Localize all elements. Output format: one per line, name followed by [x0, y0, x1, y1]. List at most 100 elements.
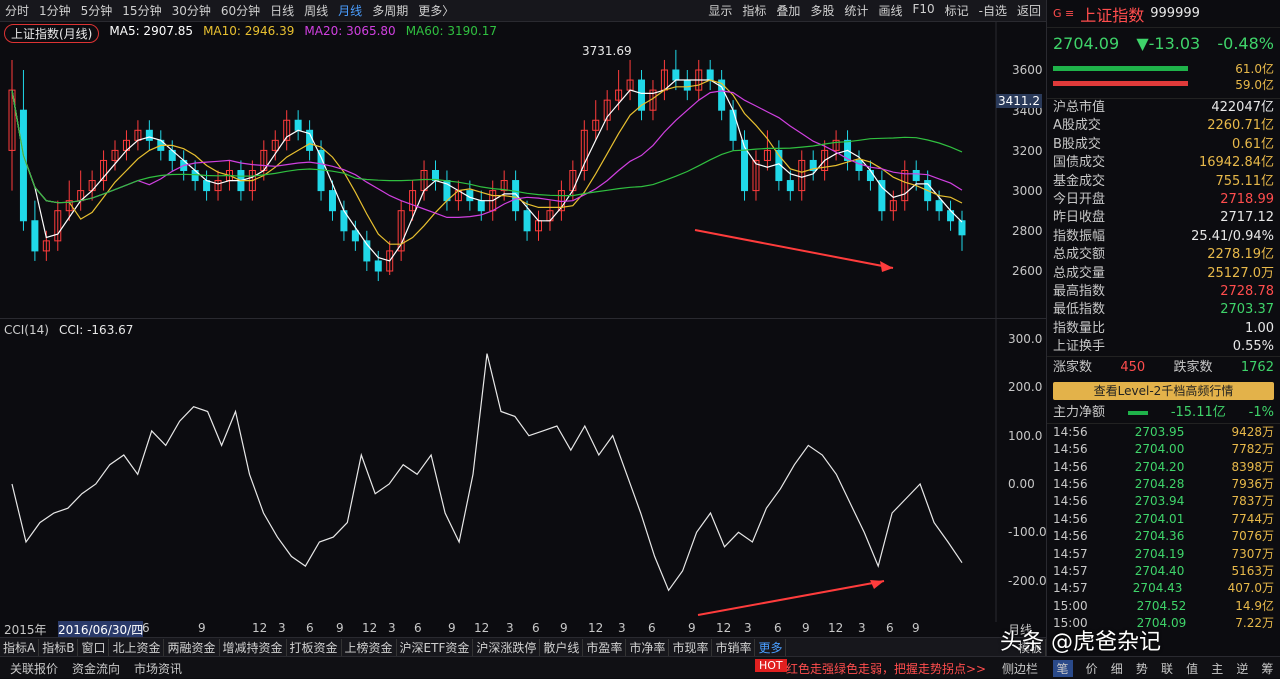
cci-legend: CCI(14) CCI: -163.67	[4, 323, 133, 337]
indicator-tab[interactable]: 两融资金	[164, 638, 220, 656]
indicator-tab[interactable]: 沪深ETF资金	[397, 638, 474, 656]
indicator-tab[interactable]: 市盈率	[583, 638, 627, 656]
candle-body	[19, 109, 27, 222]
indicator-tab[interactable]: 上榜资金	[342, 638, 397, 656]
bottom-link[interactable]: 资金流向	[72, 660, 120, 677]
y-tick-label: 200.0	[1008, 380, 1042, 394]
quote-tab[interactable]: 联	[1161, 660, 1173, 677]
tick-price: 2704.01	[1134, 511, 1185, 526]
quote-value: 422047亿	[1211, 100, 1274, 115]
tool-button[interactable]: 显示	[703, 2, 737, 19]
indicator-tab[interactable]: 窗口	[78, 638, 110, 656]
period-tab[interactable]: 更多〉	[413, 2, 459, 19]
bottom-link[interactable]: 关联报价	[10, 660, 58, 677]
ma20-value: MA20: 3065.80	[304, 24, 396, 38]
bottom-links: 关联报价 资金流向 市场资讯	[10, 660, 182, 677]
tick-volume: 14.9亿	[1235, 598, 1274, 613]
cci-panel[interactable]: 300.0 200.0 100.0 0.00 -100.0 -200.0 CCI(14) …	[0, 318, 1047, 622]
tick-price: 2704.52	[1136, 598, 1187, 613]
tick-time: 14:56	[1053, 459, 1088, 474]
quote-label: 最低指数	[1053, 302, 1106, 318]
tool-button[interactable]: 多股	[805, 2, 839, 19]
indicator-tab[interactable]: 市现率	[669, 638, 713, 656]
quote-tab[interactable]: 笔	[1052, 659, 1073, 677]
period-tab[interactable]: 日线	[265, 2, 299, 19]
x-tick-label: 9	[448, 621, 456, 635]
period-tab[interactable]: 1分钟	[34, 2, 76, 19]
tool-button[interactable]: 指标	[737, 2, 771, 19]
sidebar-toggle[interactable]: 侧边栏	[1002, 660, 1038, 677]
candle-body	[855, 159, 863, 171]
watermark: 头条 @虎爸杂记	[1000, 630, 1161, 655]
tick-list: 14:56 2703.95 9428万 14:56 2704.00 7782万 14:56 2…	[1047, 422, 1280, 633]
ma60-value: MA60: 3190.17	[405, 24, 497, 38]
tick-volume: 7.22万	[1235, 616, 1274, 631]
tick-volume: 407.0万	[1227, 581, 1274, 596]
level2-button[interactable]: 查看Level-2千档高频行情	[1053, 382, 1274, 401]
kline-chart[interactable]: 3600 3400 3200 3000 2800 2600 上证指数(月线) MA5: 2…	[0, 22, 1046, 318]
quote-row: 总成交额 2278.19亿	[1047, 246, 1280, 264]
tool-button[interactable]: F10	[907, 2, 939, 19]
tool-button[interactable]: 标记	[940, 2, 974, 19]
cci-title[interactable]: CCI(14)	[4, 323, 49, 337]
indicator-tab[interactable]: 指标B	[39, 638, 79, 656]
chart-title[interactable]: 上证指数(月线)	[4, 24, 100, 43]
quote-row: 沪总市值 422047亿	[1047, 99, 1280, 117]
tool-button[interactable]: 叠加	[771, 2, 805, 19]
quote-value: 2703.37	[1220, 302, 1274, 318]
ma10-line	[11, 79, 963, 245]
quote-row: 今日开盘 2718.99	[1047, 191, 1280, 209]
tick-time: 14:57	[1053, 546, 1088, 561]
period-tab[interactable]: 周线	[299, 2, 333, 19]
quote-row: 最高指数 2728.78	[1047, 283, 1280, 301]
price-pct: -0.48%	[1217, 33, 1274, 53]
quote-tab[interactable]: 逆	[1236, 660, 1248, 677]
indicator-tab[interactable]: 市销率	[712, 638, 756, 656]
candle-body	[523, 210, 531, 232]
quote-tab[interactable]: 价	[1086, 660, 1098, 677]
period-tab[interactable]: 月线	[333, 2, 367, 19]
tool-button[interactable]: 画线	[873, 2, 907, 19]
quote-tab[interactable]: 主	[1211, 660, 1223, 677]
bottom-link[interactable]: 市场资讯	[134, 660, 182, 677]
tick-volume: 7782万	[1231, 442, 1274, 457]
x-tick-label: 3	[388, 621, 396, 635]
x-tick-label: 9	[198, 621, 206, 635]
period-tab[interactable]: 多周期	[367, 2, 413, 19]
period-tab[interactable]: 30分钟	[167, 2, 216, 19]
tool-button[interactable]: -自选	[974, 2, 1012, 19]
tick-volume: 5163万	[1231, 563, 1274, 578]
tool-button[interactable]: 返回	[1012, 2, 1046, 19]
period-tab[interactable]: 15分钟	[117, 2, 166, 19]
indicator-tab[interactable]: 市净率	[626, 638, 670, 656]
tool-button[interactable]: 统计	[839, 2, 873, 19]
period-tab[interactable]: 5分钟	[76, 2, 118, 19]
quote-row: B股成交 0.61亿	[1047, 136, 1280, 154]
quote-value: 755.11亿	[1215, 173, 1275, 189]
indicator-tab[interactable]: 沪深涨跌停	[473, 638, 541, 656]
ma60-line	[11, 89, 963, 204]
indicator-tab[interactable]: 打板资金	[287, 638, 342, 656]
indicator-tab[interactable]: 指标A	[0, 638, 40, 656]
quote-tab[interactable]: 筹	[1261, 660, 1273, 677]
indicator-tab[interactable]: 增减持资金	[220, 638, 287, 656]
period-tab[interactable]: 分时	[0, 2, 34, 19]
tick-row: 15:00 2704.52 14.9亿	[1047, 598, 1280, 615]
quote-value: 2718.99	[1220, 191, 1274, 207]
quote-label: B股成交	[1053, 136, 1101, 152]
hot-text[interactable]: 红色走强绿色走弱，把握走势拐点>>	[786, 660, 986, 677]
indicator-tab[interactable]: 更多	[755, 638, 787, 656]
quote-value: 2717.12	[1220, 210, 1274, 226]
period-tab[interactable]: 60分钟	[216, 2, 265, 19]
indicator-tab[interactable]: 散户线	[540, 638, 584, 656]
x-tick-label: 6	[886, 621, 894, 635]
candle-body	[706, 69, 714, 81]
quote-row: 总成交量 25127.0万	[1047, 265, 1280, 283]
candle-body	[203, 180, 211, 192]
quote-tab[interactable]: 势	[1136, 660, 1148, 677]
candle-body	[958, 220, 966, 236]
quote-tab[interactable]: 细	[1111, 660, 1123, 677]
quote-header: G ≡ 上证指数 999999	[1047, 0, 1280, 28]
indicator-tab[interactable]: 北上资金	[109, 638, 165, 656]
quote-tab[interactable]: 值	[1186, 660, 1198, 677]
